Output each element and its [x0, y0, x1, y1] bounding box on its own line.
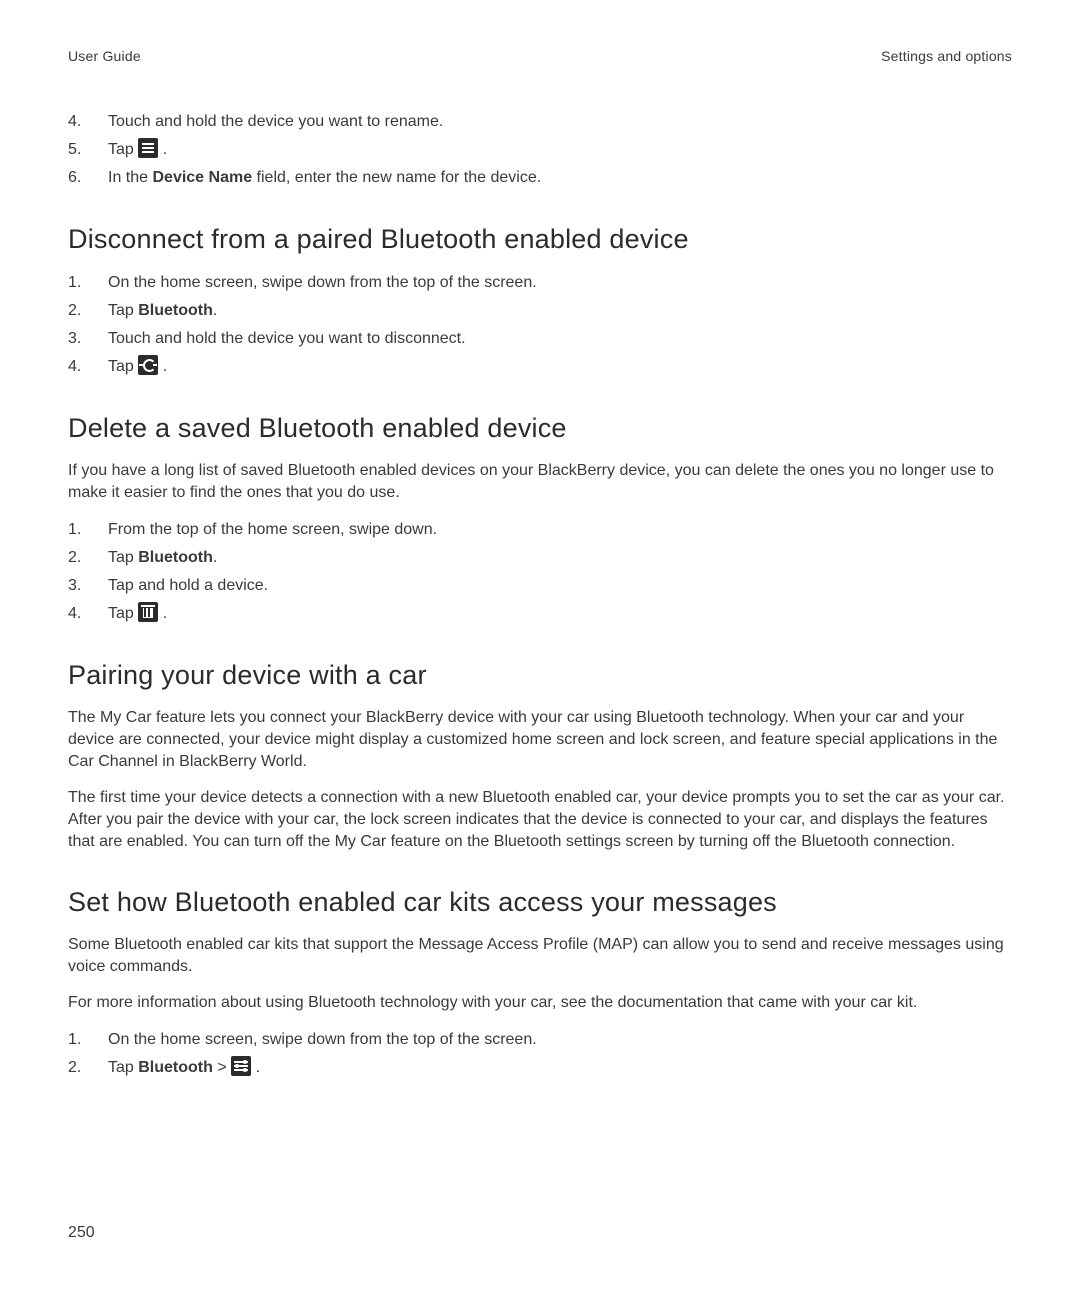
disconnect-steps: 1. On the home screen, swipe down from t…	[68, 271, 1012, 379]
delete-steps: 1. From the top of the home screen, swip…	[68, 518, 1012, 626]
sliders-icon	[231, 1056, 251, 1076]
carkits-steps: 1. On the home screen, swipe down from t…	[68, 1028, 1012, 1080]
step: 2. Tap Bluetooth > .	[68, 1056, 1012, 1080]
step-prefix: Tap	[108, 358, 138, 375]
step-suffix: .	[213, 302, 217, 319]
step-prefix: Tap	[108, 302, 138, 319]
step-text: On the home screen, swipe down from the …	[108, 271, 1012, 295]
step-bold: Bluetooth	[138, 1059, 213, 1076]
step-5: 5. Tap .	[68, 138, 1012, 162]
step-number: 6.	[68, 166, 108, 190]
step: 4. Tap .	[68, 602, 1012, 626]
step-number: 4.	[68, 110, 108, 134]
carkits-paragraph-2: For more information about using Bluetoo…	[68, 992, 1012, 1014]
step: 1. From the top of the home screen, swip…	[68, 518, 1012, 542]
step: 2. Tap Bluetooth.	[68, 299, 1012, 323]
step: 4. Tap .	[68, 355, 1012, 379]
heading-delete: Delete a saved Bluetooth enabled device	[68, 413, 1012, 444]
step-suffix: .	[158, 141, 167, 158]
disconnect-icon	[138, 355, 158, 375]
step: 1. On the home screen, swipe down from t…	[68, 271, 1012, 295]
step-bold: Device Name	[152, 169, 252, 186]
pairing-paragraph-2: The first time your device detects a con…	[68, 787, 1012, 853]
step-suffix: .	[158, 605, 167, 622]
step-number: 3.	[68, 574, 108, 598]
step-number: 2.	[68, 1056, 108, 1080]
step-text: On the home screen, swipe down from the …	[108, 1028, 1012, 1052]
step-body: Tap Bluetooth > .	[108, 1056, 1012, 1080]
step-suffix: .	[213, 549, 217, 566]
step-number: 1.	[68, 271, 108, 295]
rename-device-steps: 4. Touch and hold the device you want to…	[68, 110, 1012, 190]
step-body: Tap .	[108, 355, 1012, 379]
heading-disconnect: Disconnect from a paired Bluetooth enabl…	[68, 224, 1012, 255]
step-text: Touch and hold the device you want to re…	[108, 110, 1012, 134]
step-suffix: .	[251, 1059, 260, 1076]
step-number: 5.	[68, 138, 108, 162]
step-number: 4.	[68, 355, 108, 379]
step-number: 2.	[68, 299, 108, 323]
carkits-paragraph-1: Some Bluetooth enabled car kits that sup…	[68, 934, 1012, 978]
step-mid: >	[213, 1059, 231, 1076]
step-bold: Bluetooth	[138, 549, 213, 566]
step-prefix: In the	[108, 169, 152, 186]
step-bold: Bluetooth	[138, 302, 213, 319]
header-right: Settings and options	[881, 48, 1012, 64]
step-body: In the Device Name field, enter the new …	[108, 166, 1012, 190]
step-text: Tap and hold a device.	[108, 574, 1012, 598]
step-prefix: Tap	[108, 141, 138, 158]
page-number: 250	[68, 1224, 95, 1242]
step-number: 2.	[68, 546, 108, 570]
step-suffix: .	[158, 358, 167, 375]
step: 1. On the home screen, swipe down from t…	[68, 1028, 1012, 1052]
step-number: 1.	[68, 518, 108, 542]
trash-icon	[138, 602, 158, 622]
step-prefix: Tap	[108, 605, 138, 622]
step-4: 4. Touch and hold the device you want to…	[68, 110, 1012, 134]
step-number: 3.	[68, 327, 108, 351]
step-body: Tap Bluetooth.	[108, 299, 1012, 323]
step-text: Touch and hold the device you want to di…	[108, 327, 1012, 351]
delete-paragraph: If you have a long list of saved Bluetoo…	[68, 460, 1012, 504]
step-body: Tap .	[108, 138, 1012, 162]
step-prefix: Tap	[108, 549, 138, 566]
header-left: User Guide	[68, 48, 141, 64]
step-text: From the top of the home screen, swipe d…	[108, 518, 1012, 542]
step-number: 4.	[68, 602, 108, 626]
heading-carkits: Set how Bluetooth enabled car kits acces…	[68, 887, 1012, 918]
page-header: User Guide Settings and options	[68, 48, 1012, 64]
step: 3. Touch and hold the device you want to…	[68, 327, 1012, 351]
step: 2. Tap Bluetooth.	[68, 546, 1012, 570]
step-body: Tap Bluetooth.	[108, 546, 1012, 570]
menu-icon	[138, 138, 158, 158]
heading-pairing: Pairing your device with a car	[68, 660, 1012, 691]
step-suffix: field, enter the new name for the device…	[252, 169, 541, 186]
step: 3. Tap and hold a device.	[68, 574, 1012, 598]
document-page: User Guide Settings and options 4. Touch…	[0, 0, 1080, 1296]
step-6: 6. In the Device Name field, enter the n…	[68, 166, 1012, 190]
step-number: 1.	[68, 1028, 108, 1052]
step-prefix: Tap	[108, 1059, 138, 1076]
pairing-paragraph-1: The My Car feature lets you connect your…	[68, 707, 1012, 773]
step-body: Tap .	[108, 602, 1012, 626]
